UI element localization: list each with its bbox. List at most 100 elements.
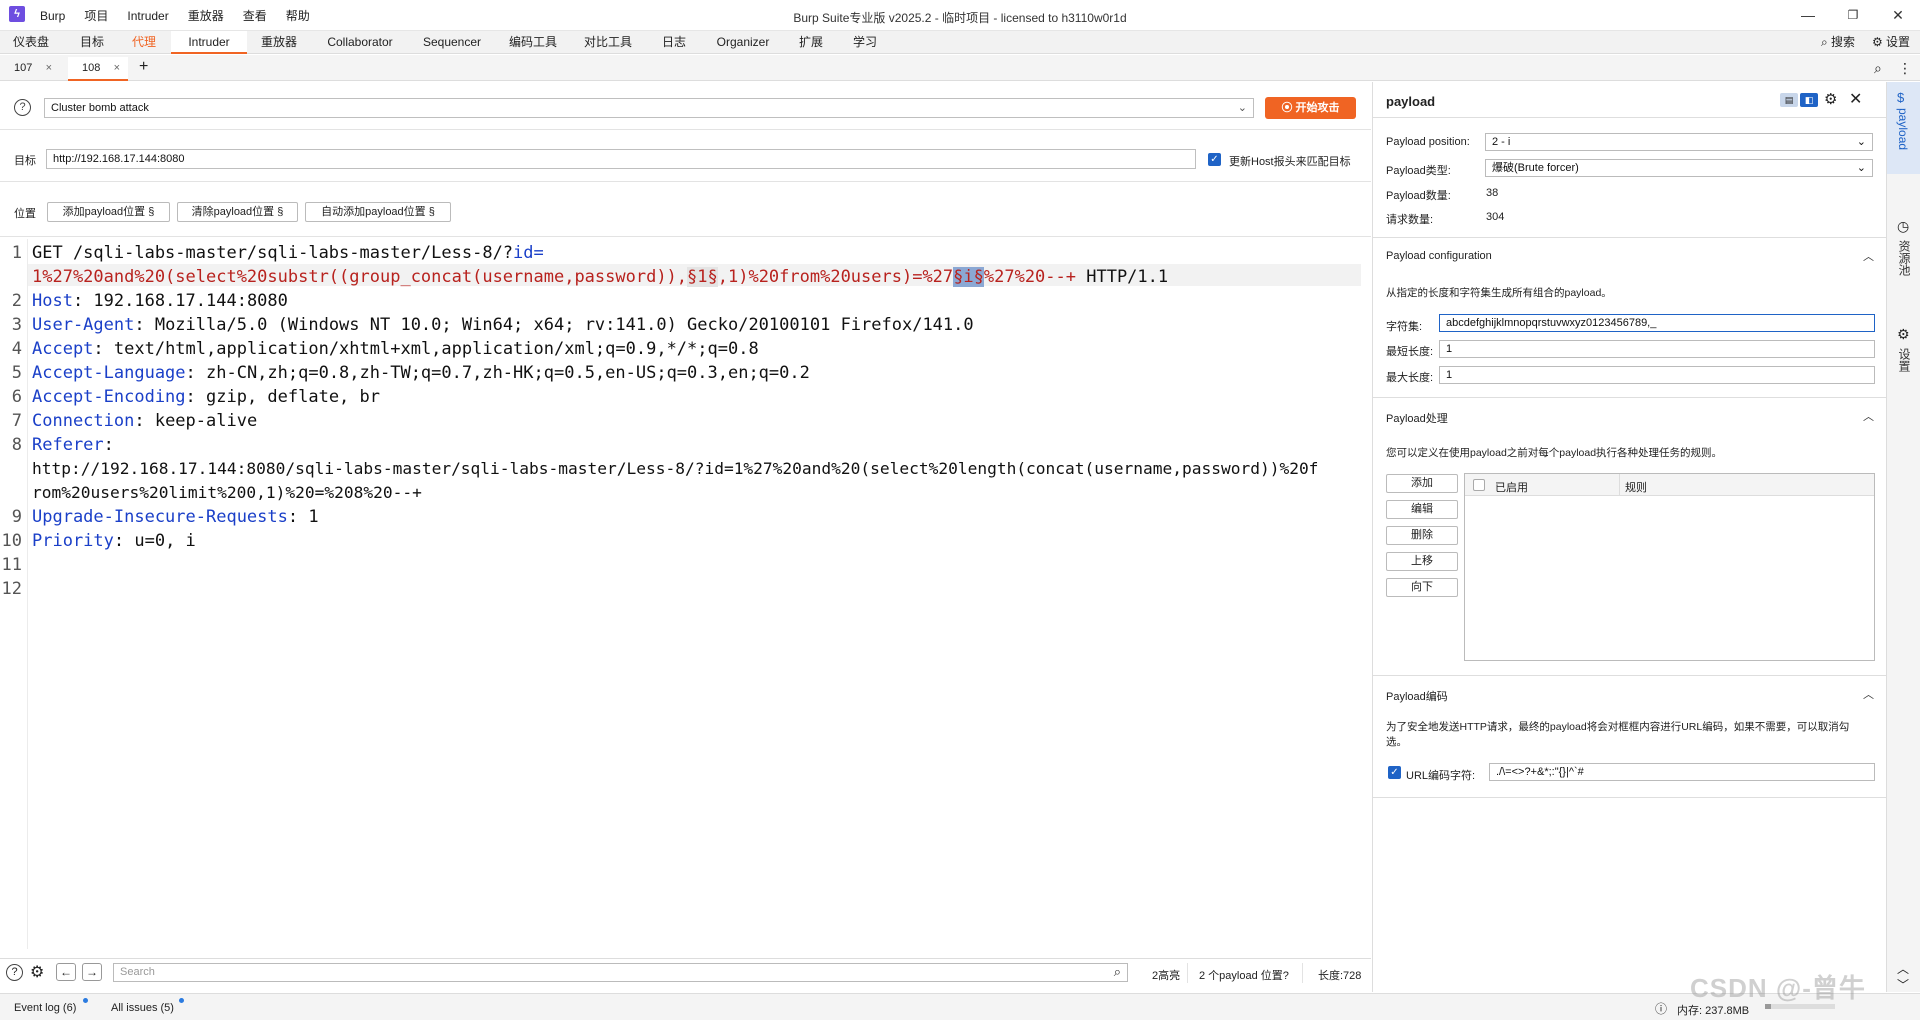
header-value: : keep-alive	[134, 411, 258, 431]
chevron-down-icon[interactable]: ﹀	[1897, 976, 1909, 993]
close-panel-icon[interactable]: ✕	[1849, 89, 1862, 109]
processing-rules-table: 已启用 规则	[1464, 473, 1875, 661]
more-options-icon[interactable]: ⋮	[1898, 57, 1914, 81]
move-down-rule-button[interactable]: 向下	[1386, 578, 1458, 597]
payload-marker-2[interactable]: §i§	[953, 267, 984, 287]
tab-intruder[interactable]: Intruder	[171, 31, 247, 54]
clear-payload-positions-button[interactable]: 清除payload位置 §	[177, 202, 298, 222]
back-arrow-icon[interactable]: ←	[56, 963, 76, 981]
add-tab-icon[interactable]: +	[135, 57, 155, 81]
move-up-rule-button[interactable]: 上移	[1386, 552, 1458, 571]
charset-input[interactable]: abcdefghijklmnopqrstuvwxyz0123456789,_	[1439, 314, 1875, 332]
close-tab-icon[interactable]: ×	[46, 57, 52, 79]
resource-pool-side-label[interactable]: 资源池	[1896, 240, 1913, 276]
tab-repeater[interactable]: 重放器	[253, 31, 305, 54]
request-editor[interactable]: 1 GET /sqli-labs-master/sqli-labs-master…	[0, 239, 1371, 949]
chevron-up-icon[interactable]: ︿	[1863, 408, 1874, 424]
tab-learn[interactable]: 学习	[845, 31, 885, 54]
start-attack-button[interactable]: ⦿ 开始攻击	[1265, 97, 1356, 119]
gear-icon[interactable]: ⚙	[1824, 90, 1837, 108]
search-icon: ⌕	[1113, 964, 1121, 979]
payload-type-select[interactable]: 爆破(Brute forcer) ⌄	[1485, 159, 1873, 177]
restore-icon[interactable]: ❐	[1843, 6, 1863, 24]
url-encode-checkbox[interactable]: ✓	[1388, 766, 1401, 779]
tab-decoder[interactable]: 编码工具	[503, 31, 563, 54]
tab-search-icon[interactable]: ⌕	[1874, 57, 1894, 81]
menu-intruder[interactable]: Intruder	[127, 9, 168, 23]
url-encode-chars-input[interactable]: ./\=<>?+&*;:"{}|^`#	[1489, 763, 1875, 781]
min-length-input[interactable]: 1	[1439, 340, 1875, 358]
menu-help[interactable]: 帮助	[286, 7, 310, 24]
help-icon[interactable]: ?	[14, 99, 31, 116]
settings-button[interactable]: ⚙ 设置	[1866, 31, 1916, 54]
payload-position-value: 2 - i	[1492, 136, 1511, 148]
event-log-link[interactable]: Event log (6)	[14, 1002, 76, 1014]
max-length-label: 最大长度:	[1386, 372, 1434, 384]
payload-marker-1[interactable]: §1§	[687, 267, 718, 287]
global-search-button[interactable]: ⌕ 搜索	[1816, 31, 1860, 54]
tab-logger[interactable]: 日志	[654, 31, 694, 54]
request-length: 长度:728	[1318, 970, 1362, 982]
edit-rule-button[interactable]: 编辑	[1386, 500, 1458, 519]
header-line: Accept-Language: zh-CN,zh;q=0.8,zh-TW;q=…	[32, 363, 810, 383]
gear-icon: ⚙	[1871, 35, 1883, 49]
add-payload-position-button[interactable]: 添加payload位置 §	[47, 202, 170, 222]
gear-icon[interactable]: ⚙	[1897, 326, 1910, 343]
attack-type-select[interactable]: Cluster bomb attack ⌄	[44, 98, 1254, 118]
target-url-input[interactable]: http://192.168.17.144:8080	[46, 149, 1196, 169]
close-tab-icon[interactable]: ×	[114, 57, 120, 79]
help-icon[interactable]: ?	[6, 964, 23, 981]
payload-count-value: 38	[1486, 187, 1499, 199]
search-icon: ⌕	[1820, 35, 1828, 49]
layout-split-icon[interactable]: ◧	[1800, 93, 1818, 107]
layout-icon[interactable]: ▤	[1780, 93, 1798, 107]
payload-position-select[interactable]: 2 - i ⌄	[1485, 133, 1873, 151]
forward-arrow-icon[interactable]: →	[82, 963, 102, 981]
intruder-tab-108[interactable]: 108 ×	[68, 57, 128, 81]
header-line: Host: 192.168.17.144:8080	[32, 291, 288, 311]
header-key: Upgrade-Insecure-Requests	[32, 507, 288, 527]
menu-repeater[interactable]: 重放器	[188, 7, 224, 24]
request-line-wrapped: 1%27%20and%20(select%20substr((group_con…	[32, 267, 1168, 287]
tab-organizer[interactable]: Organizer	[708, 31, 778, 54]
all-issues-link[interactable]: All issues (5)	[111, 1002, 174, 1014]
tab-extensions[interactable]: 扩展	[791, 31, 831, 54]
editor-search-input[interactable]: Search ⌕	[113, 963, 1128, 982]
delete-rule-button[interactable]: 删除	[1386, 526, 1458, 545]
main-tab-bar: 仪表盘 目标 代理 Intruder 重放器 Collaborator Sequ…	[0, 31, 1920, 54]
info-icon: ⓘ	[1655, 1002, 1668, 1016]
menu-burp[interactable]: Burp	[40, 9, 65, 23]
menu-view[interactable]: 查看	[243, 7, 267, 24]
tab-sequencer[interactable]: Sequencer	[414, 31, 490, 54]
add-rule-button[interactable]: 添加	[1386, 474, 1458, 493]
line-number: 11	[1, 555, 22, 575]
tab-comparer[interactable]: 对比工具	[578, 31, 638, 54]
clock-icon[interactable]: ◷	[1897, 218, 1909, 235]
chevron-up-icon[interactable]: ︿	[1897, 960, 1909, 977]
auto-add-payload-positions-button[interactable]: 自动添加payload位置 §	[305, 202, 451, 222]
close-window-icon[interactable]: ✕	[1888, 6, 1908, 24]
settings-side-label[interactable]: 设置	[1896, 348, 1913, 372]
tab-target[interactable]: 目标	[72, 31, 112, 54]
query-param-value: %27%20--+	[983, 267, 1076, 287]
tab-collaborator[interactable]: Collaborator	[319, 31, 401, 54]
payload-side-tab[interactable]: $ payload	[1887, 82, 1920, 174]
highlight-count: 2高亮	[1152, 970, 1181, 982]
gear-icon[interactable]: ⚙	[30, 962, 44, 982]
config-description: 从指定的长度和字符集生成所有组合的payload。	[1386, 287, 1612, 299]
tab-dashboard[interactable]: 仪表盘	[0, 31, 62, 54]
minimize-icon[interactable]: —	[1798, 6, 1818, 24]
select-all-checkbox[interactable]	[1473, 479, 1485, 491]
processing-section-title: Payload处理	[1386, 413, 1448, 425]
chevron-up-icon[interactable]: ︿	[1863, 248, 1874, 264]
chevron-down-icon: ⌄	[1856, 162, 1866, 174]
update-host-checkbox[interactable]: ✓	[1208, 153, 1221, 166]
tab-proxy[interactable]: 代理	[124, 31, 164, 54]
chevron-up-icon[interactable]: ︿	[1863, 686, 1874, 702]
request-count-value: 304	[1486, 211, 1505, 223]
menu-project[interactable]: 项目	[84, 7, 108, 24]
header-line: Referer:	[32, 435, 114, 455]
panel-title: payload	[1386, 94, 1436, 109]
max-length-input[interactable]: 1	[1439, 366, 1875, 384]
intruder-tab-107[interactable]: 107 ×	[0, 57, 60, 81]
